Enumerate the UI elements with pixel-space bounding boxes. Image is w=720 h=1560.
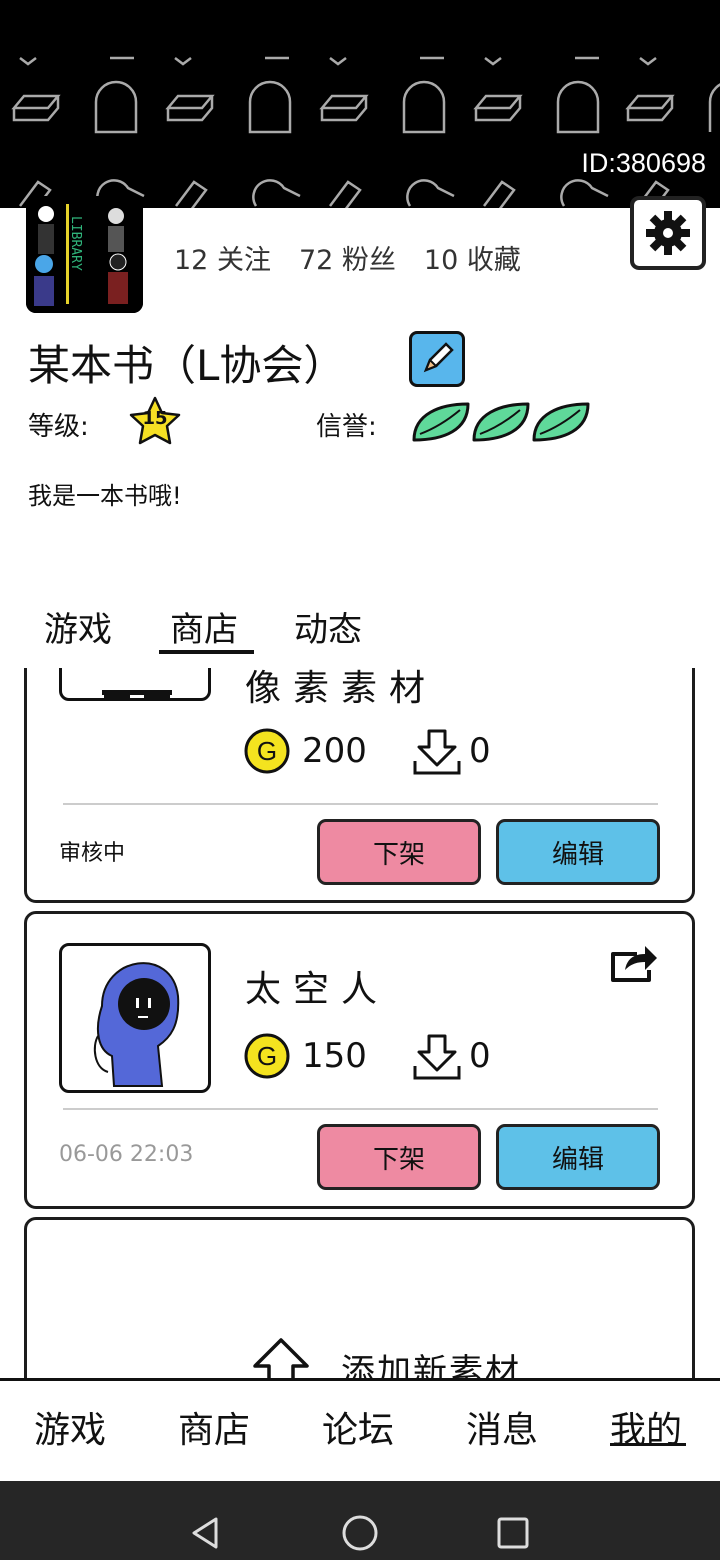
coin-icon: G [244, 1033, 290, 1079]
add-new-material-card[interactable]: 添加新素材 [24, 1217, 695, 1378]
profile-bio: 我是一本书哦! [28, 482, 182, 510]
home-icon[interactable] [340, 1513, 380, 1553]
divider [63, 1108, 658, 1110]
level-value: 15 [142, 408, 168, 429]
nav-forum[interactable]: 论坛 [322, 1401, 394, 1453]
level-badge: 15 [128, 396, 182, 448]
divider [63, 803, 658, 805]
download-icon [413, 1034, 461, 1080]
avatar[interactable]: LIBRARY [26, 196, 143, 313]
share-icon[interactable] [607, 668, 659, 675]
nav-messages[interactable]: 消息 [466, 1401, 538, 1453]
level-label: 等级: [28, 412, 89, 442]
credit-leaves-graphic [412, 402, 590, 442]
edit-profile-button[interactable] [409, 331, 465, 387]
list-item[interactable]: 像素素材 G 200 0 审核中 下架 编辑 [24, 668, 695, 903]
favorites-count[interactable]: 10 收藏 [424, 245, 521, 276]
item-price: 150 [302, 1036, 367, 1076]
back-icon[interactable] [188, 1515, 224, 1551]
nav-games[interactable]: 游戏 [34, 1401, 106, 1453]
follow-count[interactable]: 12 关注 [174, 245, 271, 276]
share-icon[interactable] [607, 942, 659, 986]
list-item[interactable]: 太空人 G 150 0 06-06 22:03 下架 编辑 [24, 911, 695, 1209]
tab-store[interactable]: 商店 [170, 602, 238, 651]
credit-rating [410, 400, 592, 448]
coin-icon: G [244, 728, 290, 774]
item-download-count: 0 [469, 1036, 491, 1076]
tab-selected-indicator [159, 650, 254, 654]
avatar-text: LIBRARY [68, 216, 83, 271]
sunglasses-image [102, 690, 172, 698]
item-status: 审核中 [59, 841, 126, 866]
material-list[interactable]: 像素素材 G 200 0 审核中 下架 编辑 太空人 G 150 0 06-06… [0, 668, 720, 1378]
astronaut-image [93, 962, 180, 1087]
delist-button[interactable]: 下架 [317, 819, 481, 885]
item-download-count: 0 [469, 731, 491, 771]
upload-icon [253, 1338, 309, 1378]
item-timestamp: 06-06 22:03 [59, 1142, 194, 1167]
recent-apps-icon[interactable] [495, 1515, 531, 1551]
coin-letter: G [257, 736, 277, 766]
bottom-navigation: 游戏 商店 论坛 消息 我的 [0, 1378, 720, 1481]
pencil-icon [423, 342, 454, 373]
item-title: 太空人 [245, 969, 390, 1010]
tab-games[interactable]: 游戏 [44, 602, 112, 651]
item-price: 200 [302, 731, 367, 771]
nav-store[interactable]: 商店 [178, 1401, 250, 1453]
edit-button[interactable]: 编辑 [496, 1124, 660, 1190]
coin-letter: G [257, 1041, 277, 1071]
edit-button[interactable]: 编辑 [496, 819, 660, 885]
download-icon [413, 729, 461, 775]
system-navigation-bar [0, 1481, 720, 1560]
tab-activity[interactable]: 动态 [294, 602, 362, 651]
gear-icon [646, 211, 690, 255]
nav-selected-indicator [610, 1443, 686, 1446]
profile-banner: ID:380698 [0, 0, 720, 208]
username: 某本书（L协会） [28, 341, 346, 390]
user-id: ID:380698 [581, 148, 706, 178]
delist-button[interactable]: 下架 [317, 1124, 481, 1190]
settings-button[interactable] [630, 196, 706, 270]
profile-stats: 12 关注 72 粉丝 10 收藏 [174, 238, 549, 277]
fans-count[interactable]: 72 粉丝 [299, 245, 396, 276]
avatar-image: LIBRARY [26, 196, 143, 313]
item-thumbnail[interactable] [59, 943, 211, 1093]
item-thumbnail[interactable] [59, 668, 211, 701]
item-title: 像素素材 [245, 668, 438, 709]
add-new-material-label: 添加新素材 [341, 1352, 521, 1378]
credit-label: 信誉: [316, 412, 377, 442]
